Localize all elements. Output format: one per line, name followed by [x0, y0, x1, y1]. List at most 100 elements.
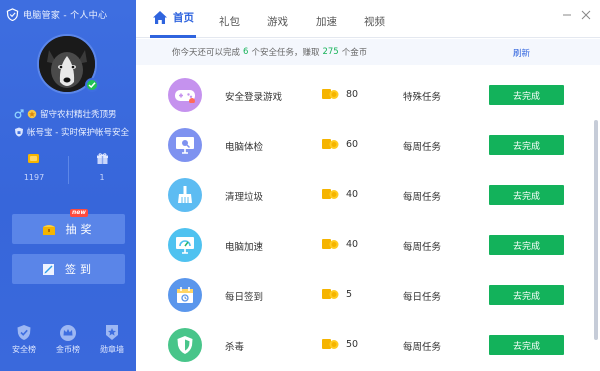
bottom-nav-safety-rank[interactable]: 安全榜	[4, 324, 44, 355]
tab-bar: 首页 礼包 游戏 加速 视频	[136, 0, 600, 38]
minimize-icon	[563, 14, 571, 16]
broom-icon	[168, 178, 202, 212]
bottom-nav-coin-rank[interactable]: 金币榜	[48, 324, 88, 355]
checkin-label: 签到	[65, 263, 95, 276]
sidebar: 电脑管家 - 个人中心 留守农村精壮秃顶男 帐号宝 - 实时保护帐号安全 119…	[0, 0, 136, 371]
task-reward: 50	[346, 339, 359, 350]
coin-icon	[322, 288, 339, 300]
lottery-button[interactable]: new 抽奖	[12, 209, 125, 244]
coin-icon	[322, 188, 339, 200]
task-row: 杀毒 50 每周任务 去完成	[136, 320, 594, 370]
complete-task-button[interactable]: 去完成	[489, 85, 564, 105]
coin-icon	[322, 88, 339, 100]
task-row: 每日签到 5 每日任务 去完成	[136, 270, 594, 320]
close-icon	[581, 10, 591, 20]
task-type: 每周任务	[403, 342, 442, 353]
tab-gift-pack[interactable]: 礼包	[219, 14, 240, 29]
stats-divider	[68, 156, 69, 184]
gamepad-icon	[168, 78, 202, 112]
notice-prefix: 你今天还可以完成	[172, 48, 241, 58]
verified-check-icon	[85, 78, 99, 92]
complete-task-button[interactable]: 去完成	[489, 335, 564, 355]
account-protection-row[interactable]: 帐号宝 - 实时保护帐号安全	[14, 126, 129, 138]
coin-icon	[322, 238, 339, 250]
tab-home[interactable]: 首页	[152, 10, 194, 25]
task-reward: 40	[346, 239, 359, 250]
task-name: 电脑加速	[225, 242, 264, 253]
checkin-button[interactable]: 签到	[12, 254, 125, 284]
gender-male-icon	[14, 109, 24, 119]
task-reward: 40	[346, 189, 359, 200]
coin-stat[interactable]: 1197	[0, 152, 68, 188]
tab-speedup[interactable]: 加速	[316, 14, 337, 29]
coin-stack-icon	[27, 152, 41, 168]
notice-suffix: 个金币	[341, 48, 368, 58]
tab-games[interactable]: 游戏	[267, 14, 288, 29]
task-reward: 5	[346, 289, 353, 300]
task-row: 安全登录游戏 80 特殊任务 去完成	[136, 70, 594, 120]
gift-stat[interactable]: 1	[68, 152, 136, 188]
avatar-container[interactable]	[37, 34, 99, 94]
bottom-nav: 安全榜 金币榜 勋章墙	[0, 324, 136, 355]
remaining-task-count: 6	[243, 47, 249, 57]
task-reward: 80	[346, 89, 359, 100]
complete-task-button[interactable]: 去完成	[489, 285, 564, 305]
bottom-nav-label: 金币榜	[56, 345, 80, 354]
medal-icon	[106, 325, 118, 340]
task-row: 电脑体检 60 每周任务 去完成	[136, 120, 594, 170]
gift-count: 1	[99, 173, 105, 182]
task-name: 杀毒	[225, 342, 245, 353]
bottom-nav-label: 安全榜	[12, 345, 36, 354]
crown-icon	[60, 325, 76, 341]
coin-count: 1197	[23, 173, 45, 182]
complete-task-button[interactable]: 去完成	[489, 135, 564, 155]
task-list-scrollbar[interactable]	[594, 120, 598, 340]
treasure-box-icon	[42, 223, 56, 236]
tab-label: 首页	[173, 12, 194, 24]
task-type: 每日任务	[403, 292, 442, 303]
antivirus-shield-icon	[168, 328, 202, 362]
account-protection-text: 帐号宝 - 实时保护帐号安全	[27, 128, 129, 138]
window-titlebar: 电脑管家 - 个人中心	[0, 0, 136, 28]
main-panel: 首页 礼包 游戏 加速 视频 你今天还可以完成 6 个安全任务，赚取 275 个…	[136, 0, 600, 371]
task-name: 清理垃圾	[225, 192, 264, 203]
home-icon	[152, 10, 168, 25]
shield-check-icon	[17, 325, 31, 340]
task-type: 每周任务	[403, 242, 442, 253]
shield-lock-icon	[14, 127, 24, 137]
task-row: 清理垃圾 40 每周任务 去完成	[136, 170, 594, 220]
active-tab-indicator	[150, 35, 196, 38]
bottom-nav-label: 勋章墙	[100, 345, 124, 354]
complete-task-button[interactable]: 去完成	[489, 235, 564, 255]
nickname: 留守农村精壮秃顶男	[40, 110, 117, 120]
refresh-link[interactable]: 刷新	[513, 47, 530, 59]
app-logo-icon	[6, 7, 19, 21]
calendar-icon	[168, 278, 202, 312]
task-reward: 60	[346, 139, 359, 150]
task-type: 特殊任务	[403, 92, 442, 103]
monitor-check-icon	[168, 128, 202, 162]
task-notice-bar: 你今天还可以完成 6 个安全任务，赚取 275 个金币 刷新	[136, 39, 600, 65]
window-title: 电脑管家 - 个人中心	[23, 10, 108, 21]
gift-icon	[96, 152, 109, 168]
bottom-nav-medal-wall[interactable]: 勋章墙	[92, 324, 132, 355]
speed-gauge-icon	[168, 228, 202, 262]
task-type: 每周任务	[403, 192, 442, 203]
minimize-button[interactable]	[560, 8, 574, 22]
close-button[interactable]	[579, 8, 593, 22]
tab-video[interactable]: 视频	[364, 14, 385, 29]
task-type: 每周任务	[403, 142, 442, 153]
complete-task-button[interactable]: 去完成	[489, 185, 564, 205]
coin-icon	[322, 338, 339, 350]
notice-middle: 个安全任务，赚取	[251, 48, 320, 58]
level-badge-icon	[27, 109, 37, 119]
stats-row: 1197 1	[0, 152, 136, 188]
checkin-note-icon	[42, 263, 55, 276]
task-row: 电脑加速 40 每周任务 去完成	[136, 220, 594, 270]
nickname-row[interactable]: 留守农村精壮秃顶男	[14, 108, 117, 120]
available-coin-count: 275	[322, 47, 339, 57]
task-name: 电脑体检	[225, 142, 264, 153]
task-name: 每日签到	[225, 292, 264, 303]
lottery-label: 抽奖	[65, 223, 96, 236]
coin-icon	[322, 138, 339, 150]
